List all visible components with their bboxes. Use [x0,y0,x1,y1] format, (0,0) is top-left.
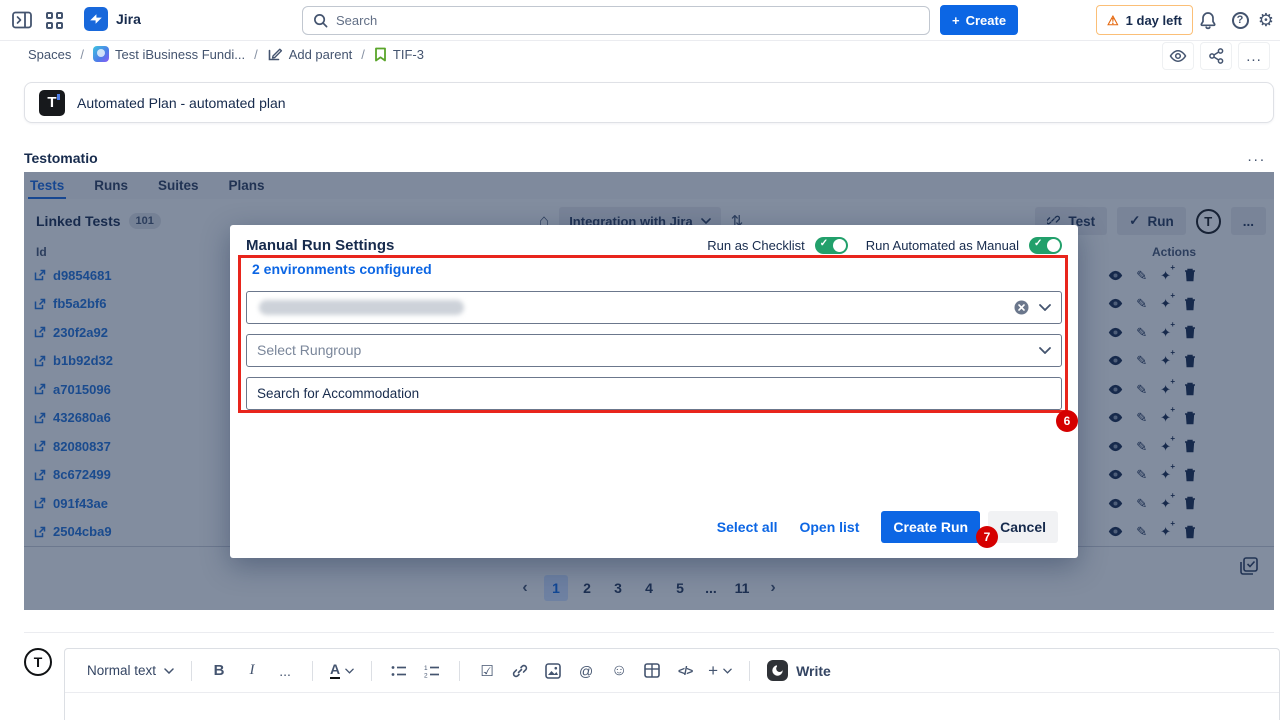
create-button[interactable]: + Create [940,5,1018,35]
ai-write-button[interactable]: Write [767,660,831,681]
chevron-down-icon[interactable] [1039,347,1051,354]
breadcrumb-space[interactable]: Test iBusiness Fundi... [93,46,245,62]
testomatio-square-logo-icon: T [39,90,65,116]
help-icon[interactable]: ? [1228,8,1252,32]
annotation-step-6: 6 [1056,410,1078,432]
chevron-down-icon [723,668,732,674]
write-assistant-logo-icon [767,660,788,681]
testomatio-editor-logo-icon: T [24,648,52,676]
jira-logo-icon [84,7,108,31]
widget-heading: Testomatio [24,150,98,166]
comment-editor: Normal text B I ... A 12 ☑ @ ☺ </ [64,648,1280,720]
share-icon [1209,48,1224,64]
chevron-down-icon [164,668,174,674]
rungroup-select[interactable] [246,334,1062,367]
search-input[interactable] [336,13,919,28]
editor-content-area[interactable] [65,693,1279,720]
breadcrumb-separator: / [254,47,258,62]
insert-link-button[interactable] [510,658,530,684]
svg-text:2: 2 [424,672,428,678]
breadcrumb: Spaces / Test iBusiness Fundi... / Add p… [28,46,424,62]
rungroup-input[interactable] [257,343,1039,358]
editor-toolbar: Normal text B I ... A 12 ☑ @ ☺ </ [65,649,1279,693]
sidebar-toggle-icon[interactable] [10,8,34,32]
svg-text:1: 1 [424,665,428,672]
automated-plan-card[interactable]: T Automated Plan - automated plan [24,82,1274,123]
cancel-button[interactable]: Cancel [988,511,1058,543]
bold-button[interactable]: B [209,658,229,684]
section-divider [24,632,1274,633]
run-automated-as-manual-toggle[interactable]: ✓ [1029,237,1062,254]
select-all-link[interactable]: Select all [717,519,778,535]
insert-image-button[interactable] [543,658,563,684]
eye-icon [1169,49,1187,63]
watch-page-button[interactable] [1162,42,1194,70]
more-formatting-button[interactable]: ... [275,658,295,684]
breadcrumb-separator: / [361,47,365,62]
redacted-environment-value [259,300,464,315]
top-navigation-bar: Jira + Create ⚠ 1 day left ? ⚙ [0,0,1280,41]
breadcrumb-spaces[interactable]: Spaces [28,47,71,62]
notifications-icon[interactable] [1196,8,1220,32]
breadcrumb-add-parent[interactable]: Add parent [267,46,353,62]
manual-run-settings-modal: Manual Run Settings Run as Checklist ✓ R… [230,225,1078,558]
page-actions: ... [1162,42,1270,70]
app-switcher-icon[interactable] [42,8,66,32]
environment-select[interactable] [246,291,1062,324]
global-search[interactable] [302,6,930,35]
environments-configured-link[interactable]: 2 environments configured [252,261,432,277]
check-icon: ✓ [820,238,828,249]
ellipsis-icon: ... [1246,48,1262,65]
trial-countdown-badge[interactable]: ⚠ 1 day left [1096,5,1193,35]
page-more-button[interactable]: ... [1238,42,1270,70]
plan-card-title: Automated Plan - automated plan [77,95,286,111]
modal-title: Manual Run Settings [246,237,394,254]
clear-icon[interactable] [1014,300,1029,315]
plus-icon: + [952,13,960,28]
jira-brand[interactable]: Jira [84,7,141,31]
test-search-input[interactable] [257,386,1051,401]
run-automated-as-manual-label: Run Automated as Manual [866,238,1019,253]
chevron-down-icon[interactable] [1039,304,1051,311]
text-style-dropdown[interactable]: Normal text [87,663,174,678]
app-title: Jira [116,11,141,27]
search-icon [313,13,328,28]
bullet-list-button[interactable] [389,658,409,684]
bookmark-icon [374,47,387,62]
edit-icon [267,46,283,62]
numbered-list-button[interactable]: 12 [422,658,442,684]
settings-gear-icon[interactable]: ⚙ [1254,8,1278,32]
insert-table-button[interactable] [642,658,662,684]
breadcrumb-current-page[interactable]: TIF-3 [374,47,424,62]
task-checkbox-button[interactable]: ☑ [477,658,497,684]
create-run-button[interactable]: Create Run [881,511,980,543]
run-as-checklist-label: Run as Checklist [707,238,805,253]
mention-button[interactable]: @ [576,658,596,684]
run-as-checklist-toggle[interactable]: ✓ [815,237,848,254]
check-icon: ✓ [1034,238,1042,249]
italic-button[interactable]: I [242,658,262,684]
space-avatar-icon [93,46,109,62]
widget-more-icon[interactable]: ... [1247,148,1266,165]
test-search-field[interactable] [246,377,1062,410]
annotation-step-7: 7 [976,526,998,548]
warning-icon: ⚠ [1107,14,1119,27]
code-block-button[interactable]: </> [675,658,695,684]
text-color-button[interactable]: A [330,658,354,684]
share-button[interactable] [1200,42,1232,70]
insert-more-button[interactable]: + [708,658,732,684]
breadcrumb-separator: / [80,47,84,62]
open-list-link[interactable]: Open list [799,519,859,535]
chevron-down-icon [345,668,354,674]
emoji-button[interactable]: ☺ [609,658,629,684]
